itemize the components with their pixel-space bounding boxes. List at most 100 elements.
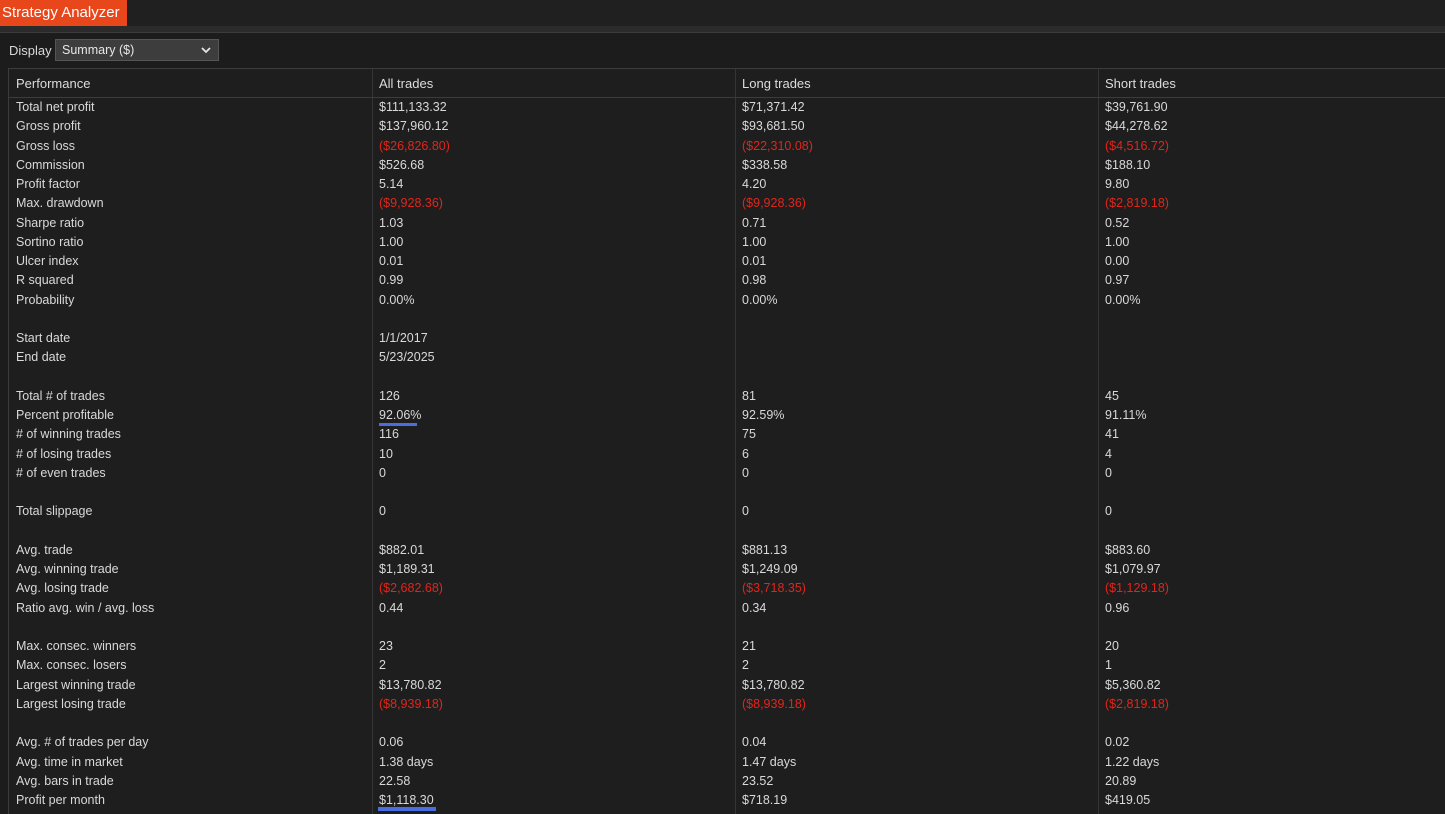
short-trades-value: 20 [1105,639,1119,653]
row-label: Profit factor [16,177,80,191]
short-trades-value: 1.00 [1105,234,1130,249]
table-row[interactable] [9,368,1445,387]
table-row[interactable]: Avg. bars in trade 22.58 23.52 20.89 [9,772,1445,791]
all-trades-value: 23 [379,639,393,653]
all-trades-value: ($9,928.36) [379,196,443,211]
short-trades-value: 0.00 [1105,254,1130,268]
table-row[interactable]: R squared 0.99 0.98 0.97 [9,271,1445,290]
table-row[interactable]: Avg. # of trades per day 0.06 0.04 0.02 [9,733,1445,752]
all-trades-value: 1.03 [379,215,404,230]
row-label: Largest winning trade [16,677,136,692]
table-row[interactable]: Gross profit $137,960.12 $93,681.50 $44,278… [9,117,1445,136]
toolbar-separator [0,26,1445,33]
row-label: Avg. trade [16,542,73,557]
row-label: Max. consec. winners [16,639,137,653]
all-trades-value: 1/1/2017 [379,331,428,345]
table-row[interactable]: Avg. trade $882.01 $881.13 $883.60 [9,541,1445,560]
long-trades-value: $1,249.09 [742,562,798,576]
short-trades-value: $1,079.97 [1105,562,1161,576]
table-row[interactable]: Largest winning trade $13,780.82 $13,780.8… [9,676,1445,695]
table-row[interactable]: End date 5/23/2025 [9,348,1445,367]
table-row[interactable]: Start date 1/1/2017 [9,329,1445,348]
table-row[interactable]: Largest losing trade ($8,939.18) ($8,939.1… [9,695,1445,714]
display-select[interactable]: Summary ($) [55,39,219,61]
table-row[interactable]: Total slippage 0 0 0 [9,502,1445,521]
short-trades-value: 0.00% [1105,292,1141,307]
short-trades-value: $883.60 [1105,542,1151,557]
long-trades-value: 4.20 [742,177,767,191]
table-row[interactable]: # of losing trades 10 6 4 [9,445,1445,464]
table-row[interactable]: Max. drawdown ($9,928.36) ($9,928.36) ($2,8… [9,194,1445,213]
all-trades-value: $882.01 [379,542,425,557]
table-row[interactable] [9,483,1445,502]
row-label: Sharpe ratio [16,215,85,230]
long-trades-value: ($9,928.36) [742,196,806,211]
row-label: Avg. losing trade [16,581,109,596]
table-row[interactable]: Profit factor 5.14 4.20 9.80 [9,175,1445,194]
short-trades-value: $5,360.82 [1105,677,1161,692]
all-trades-value: $1,189.31 [379,562,435,576]
table-row[interactable]: # of winning trades 116 75 41 [9,425,1445,444]
table-row[interactable]: Ulcer index 0.01 0.01 0.00 [9,252,1445,271]
all-trades-value: 0.44 [379,600,404,615]
long-trades-value: $881.13 [742,542,788,557]
short-trades-value: 91.11% [1105,408,1147,422]
short-trades-value: 41 [1105,427,1119,442]
table-row[interactable] [9,310,1445,329]
table-row[interactable]: Max. consec. winners 23 21 20 [9,637,1445,656]
all-trades-value: $13,780.82 [379,677,442,692]
column-header-long-trades[interactable]: Long trades [742,76,811,91]
row-label: Start date [16,331,71,345]
all-trades-value: ($26,826.80) [379,138,450,153]
table-row[interactable]: Profit per month $1,118.30 $718.19 $419.05 [9,791,1445,810]
table-row[interactable]: Total # of trades 126 81 45 [9,387,1445,406]
row-label: End date [16,350,67,365]
selection-underline [378,807,436,811]
table-row[interactable]: Commission $526.68 $338.58 $188.10 [9,156,1445,175]
title-bar: Strategy Analyzer [0,0,1445,27]
table-row[interactable] [9,618,1445,637]
row-label: Largest losing trade [16,696,126,711]
table-row[interactable] [9,522,1445,541]
column-header-all-trades[interactable]: All trades [379,76,433,91]
short-trades-value: 0 [1105,465,1112,480]
all-trades-value: 0 [379,504,386,519]
row-label: Total net profit [16,100,95,114]
table-row[interactable]: Total net profit $111,133.32 $71,371.42 $39… [9,98,1445,117]
table-row[interactable]: Sortino ratio 1.00 1.00 1.00 [9,233,1445,252]
long-trades-value: 75 [742,427,756,442]
table-row[interactable]: Percent profitable 92.06% 92.59% 91.11% [9,406,1445,425]
table-row[interactable]: Ratio avg. win / avg. loss 0.44 0.34 0.96 [9,599,1445,618]
short-trades-value: 4 [1105,446,1112,461]
long-trades-value: 81 [742,388,756,403]
row-label: Avg. bars in trade [16,773,114,788]
short-trades-value: 0.96 [1105,600,1130,615]
row-label: Percent profitable [16,408,114,422]
long-trades-value: $718.19 [742,793,788,807]
table-row[interactable]: Gross loss ($26,826.80) ($22,310.08) ($4,51… [9,137,1445,156]
table-row[interactable]: # of even trades 0 0 0 [9,464,1445,483]
table-row[interactable]: Avg. winning trade $1,189.31 $1,249.09 $1,0… [9,560,1445,579]
short-trades-value: ($4,516.72) [1105,138,1169,153]
long-trades-value: 0 [742,465,749,480]
short-trades-value: 1.22 days [1105,754,1160,769]
table-row[interactable]: Probability 0.00% 0.00% 0.00% [9,291,1445,310]
table-row[interactable]: Avg. time in market 1.38 days 1.47 days 1.2… [9,753,1445,772]
table-row[interactable] [9,714,1445,733]
row-label: Sortino ratio [16,234,84,249]
row-label: # of even trades [16,465,106,480]
table-row[interactable]: Sharpe ratio 1.03 0.71 0.52 [9,214,1445,233]
long-trades-value: 0.01 [742,254,767,268]
long-trades-value: ($8,939.18) [742,696,806,711]
table-row[interactable]: Avg. losing trade ($2,682.68) ($3,718.35) (… [9,579,1445,598]
column-header-short-trades[interactable]: Short trades [1105,76,1176,91]
column-header-performance[interactable]: Performance [16,76,90,91]
all-trades-value: ($8,939.18) [379,696,443,711]
app-title-tab[interactable]: Strategy Analyzer [0,0,127,26]
table-row[interactable]: Max. consec. losers 2 2 1 [9,656,1445,675]
all-trades-value: 10 [379,446,393,461]
all-trades-value: $111,133.32 [379,100,447,114]
row-label: Avg. time in market [16,754,123,769]
all-trades-value: 22.58 [379,773,411,788]
all-trades-value: 0.00% [379,292,415,307]
